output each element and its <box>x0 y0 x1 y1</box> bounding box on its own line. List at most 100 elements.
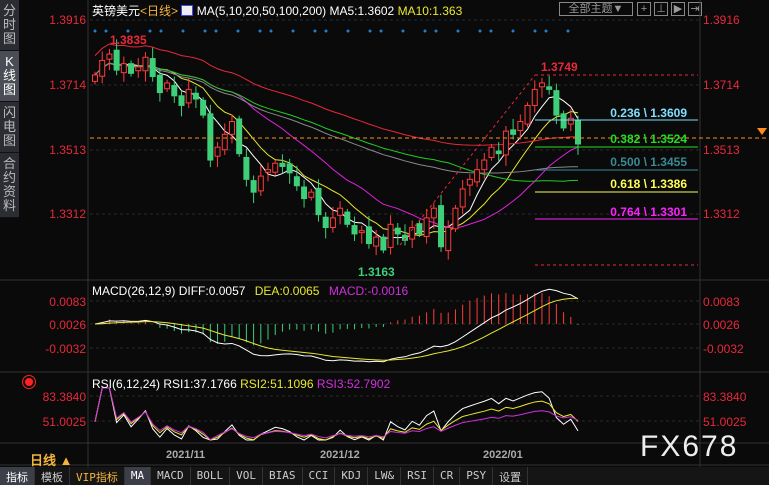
tab-13[interactable]: PSY <box>460 467 494 485</box>
candle-body <box>286 163 293 174</box>
signal-dot <box>346 29 350 33</box>
candle-body <box>293 176 300 187</box>
candle-body <box>344 211 351 225</box>
candle-body <box>200 99 207 116</box>
candle-body <box>156 74 163 94</box>
candle-body <box>452 207 459 230</box>
recent-high-label: 1.3749 <box>541 60 578 74</box>
candle-body <box>221 133 228 151</box>
candle-body <box>517 120 524 131</box>
candle-body <box>228 120 235 135</box>
candle-body <box>401 234 408 241</box>
signal-dot <box>214 29 218 33</box>
low-label: 1.3163 <box>358 265 395 279</box>
candle-body <box>207 113 214 161</box>
tab-0[interactable]: 指标 <box>0 467 35 485</box>
tab-10[interactable]: LW& <box>368 467 402 485</box>
tab-9[interactable]: KDJ <box>335 467 369 485</box>
fib-0764: 0.764 \ 1.3301 <box>610 205 687 219</box>
tab-3[interactable]: MA <box>124 467 152 485</box>
settings-dot-icon[interactable] <box>25 378 33 386</box>
signal-dot <box>489 29 493 33</box>
signal-dot <box>368 29 372 33</box>
candle-body <box>236 118 243 155</box>
high-label: 1.3835 <box>110 33 147 47</box>
candle-body <box>423 217 430 237</box>
rsi-tick: 83.3840 <box>42 390 86 404</box>
macd-value: MACD:-0.0016 <box>328 284 409 298</box>
candle-body <box>337 207 344 216</box>
macd-tick: 0.0083 <box>49 295 86 309</box>
candle-body <box>171 85 178 97</box>
macd-header: MACD(26,12,9) DIFF:0.0057 DEA:0.0065 MAC… <box>92 284 408 298</box>
signal-dot <box>478 29 482 33</box>
candle-body <box>510 129 517 135</box>
signal-dot <box>511 29 515 33</box>
date-tick: 2022/01 <box>483 449 523 461</box>
tab-4[interactable]: MACD <box>151 467 191 485</box>
candle-body <box>365 226 372 245</box>
fib-0382: 0.382 \ 1.3524 <box>610 132 687 146</box>
signal-dot <box>159 29 163 33</box>
candle-body <box>120 63 127 74</box>
rsi2-value: RSI2:51.1096 <box>240 377 314 391</box>
candle-body <box>538 82 545 88</box>
signal-dot <box>203 29 207 33</box>
candle-body <box>502 130 509 156</box>
candle-body <box>149 58 156 78</box>
tab-11[interactable]: RSI <box>401 467 434 485</box>
candle-body <box>308 191 315 198</box>
candle-body <box>481 159 488 171</box>
macd-title: MACD(26,12,9) <box>92 284 176 298</box>
candle-body <box>272 162 279 173</box>
date-tick: 2021/12 <box>320 449 360 461</box>
candle-body <box>178 95 185 106</box>
candle-body <box>329 217 336 228</box>
candle-body <box>164 82 171 90</box>
candle-body <box>214 146 221 157</box>
macd-tick-right: 0.0083 <box>703 295 740 309</box>
tab-5[interactable]: BOLL <box>191 467 231 485</box>
tab-1[interactable]: 模板 <box>35 467 70 485</box>
candle-body <box>142 56 149 72</box>
fib-0236: 0.236 \ 1.3609 <box>610 106 687 120</box>
date-tick: 2021/11 <box>166 449 206 461</box>
candle-body <box>301 186 308 200</box>
candle-body <box>553 90 560 116</box>
tab-2[interactable]: VIP指标 <box>70 467 125 485</box>
tab-12[interactable]: CR <box>434 467 461 485</box>
candle-body <box>185 88 192 104</box>
watermark: FX678 <box>640 430 739 463</box>
candle-body <box>380 236 387 251</box>
candle-body <box>128 63 135 74</box>
macd-tick-right: -0.0032 <box>703 342 744 356</box>
tab-7[interactable]: BIAS <box>263 467 303 485</box>
price-chart[interactable] <box>0 0 769 485</box>
tab-14[interactable]: 设置 <box>493 467 529 485</box>
fib-0618: 0.618 \ 1.3386 <box>610 177 687 191</box>
tab-6[interactable]: VOL <box>230 467 263 485</box>
candle-body <box>373 236 380 247</box>
macd-tick-right: 0.0026 <box>703 318 740 332</box>
signal-dot <box>93 29 97 33</box>
signal-dot <box>269 29 273 33</box>
candle-body <box>495 150 502 155</box>
candle-body <box>135 66 142 72</box>
candle-body <box>524 104 531 125</box>
signal-dot <box>533 29 537 33</box>
signal-dot <box>258 29 262 33</box>
candle-body <box>560 113 567 129</box>
candle-body <box>243 156 250 180</box>
candle-body <box>322 216 329 228</box>
rsi-tick: 51.0025 <box>42 415 86 429</box>
candle-body <box>315 187 322 216</box>
candle-body <box>99 59 106 77</box>
candle-body <box>106 53 113 60</box>
signal-dot <box>148 29 152 33</box>
macd-diff: DIFF:0.0057 <box>178 284 246 298</box>
candle-body <box>416 223 423 235</box>
signal-dot <box>379 29 383 33</box>
candle-body <box>459 188 466 208</box>
candle-body <box>567 117 574 125</box>
tab-8[interactable]: CCI <box>303 467 336 485</box>
